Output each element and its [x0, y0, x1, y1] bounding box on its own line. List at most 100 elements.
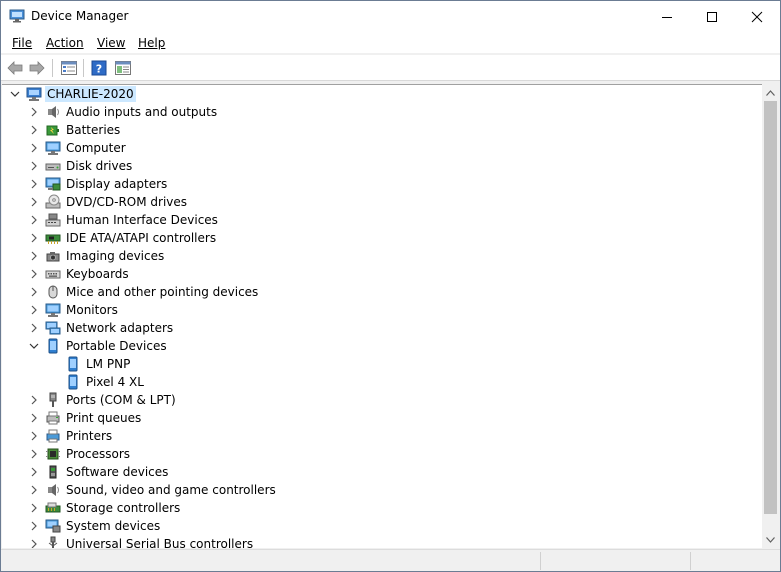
menu-file[interactable]: File: [11, 35, 33, 51]
vertical-scrollbar[interactable]: [762, 84, 779, 548]
tree-category-row[interactable]: Portable Devices: [2, 337, 762, 355]
tree-category-label: Display adapters: [66, 177, 168, 191]
minimize-button[interactable]: [644, 1, 689, 32]
tree-category-row[interactable]: Print queues: [2, 409, 762, 427]
chevron-right-icon[interactable]: [29, 431, 39, 441]
tree-category-label: Audio inputs and outputs: [66, 105, 218, 119]
tree-category-row[interactable]: Disk drives: [2, 157, 762, 175]
close-button[interactable]: [734, 1, 779, 32]
chevron-right-icon[interactable]: [29, 305, 39, 315]
tree-category-label: System devices: [66, 519, 161, 533]
scroll-down-button[interactable]: [762, 531, 779, 548]
maximize-button[interactable]: [689, 1, 734, 32]
chevron-right-icon[interactable]: [29, 269, 39, 279]
tree-category-label: Print queues: [66, 411, 142, 425]
tree-category-label: Human Interface Devices: [66, 213, 218, 227]
chevron-right-icon[interactable]: [29, 539, 39, 548]
monitor-icon: [45, 303, 61, 317]
tree-category-row[interactable]: Processors: [2, 445, 762, 463]
disk-drive-icon: [45, 163, 61, 171]
tree-category-row[interactable]: IDE ATA/ATAPI controllers: [2, 229, 762, 247]
chevron-right-icon[interactable]: [29, 161, 39, 171]
tree-category-label: Monitors: [66, 303, 118, 317]
chevron-right-icon[interactable]: [29, 413, 39, 423]
ide-controller-icon: [45, 234, 61, 244]
device-manager-app-icon: [9, 9, 25, 23]
tree-category-label: Ports (COM & LPT): [66, 393, 176, 407]
chevron-right-icon[interactable]: [29, 503, 39, 513]
view-button[interactable]: [114, 59, 132, 77]
chevron-down-icon[interactable]: [29, 341, 39, 351]
tree-device-label: LM PNP: [86, 357, 131, 371]
menu-view[interactable]: View: [96, 35, 126, 51]
tree-device-label: Pixel 4 XL: [86, 375, 144, 389]
status-bar: [1, 549, 780, 571]
chevron-right-icon[interactable]: [29, 251, 39, 261]
tree-category-label: Mice and other pointing devices: [66, 285, 259, 299]
title-bar[interactable]: Device Manager: [1, 1, 780, 32]
help-button[interactable]: ?: [90, 59, 108, 77]
tree-category-row[interactable]: Keyboards: [2, 265, 762, 283]
chevron-right-icon[interactable]: [29, 467, 39, 477]
menu-bar: File Action View Help: [1, 32, 780, 54]
chevron-right-icon[interactable]: [29, 233, 39, 243]
menu-action[interactable]: Action: [45, 35, 85, 51]
tree-device-row[interactable]: Pixel 4 XL: [2, 373, 762, 391]
dvd-drive-icon: [45, 194, 61, 209]
menu-file-label: File: [12, 36, 33, 50]
help-icon: ?: [91, 60, 107, 76]
port-icon: [49, 392, 57, 407]
chevron-right-icon[interactable]: [29, 287, 39, 297]
forward-button[interactable]: [28, 59, 46, 77]
chevron-right-icon[interactable]: [29, 197, 39, 207]
tree-category-row[interactable]: Ports (COM & LPT): [2, 391, 762, 409]
tree-category-row[interactable]: Monitors: [2, 301, 762, 319]
tree-category-row[interactable]: Human Interface Devices: [2, 211, 762, 229]
scroll-up-button[interactable]: [762, 84, 779, 101]
tree-category-row[interactable]: Imaging devices: [2, 247, 762, 265]
tree-category-row[interactable]: Display adapters: [2, 175, 762, 193]
tree-category-label: Sound, video and game controllers: [66, 483, 276, 497]
chevron-right-icon[interactable]: [29, 107, 39, 117]
tree-category-row[interactable]: Universal Serial Bus controllers: [2, 535, 762, 548]
tree-root-row[interactable]: CHARLIE-2020: [2, 85, 762, 103]
tree-category-label: Imaging devices: [66, 249, 165, 263]
tree-category-label: Computer: [66, 141, 126, 155]
scroll-thumb[interactable]: [764, 101, 777, 514]
properties-button[interactable]: [60, 59, 78, 77]
chevron-right-icon[interactable]: [29, 125, 39, 135]
tree-category-row[interactable]: System devices: [2, 517, 762, 535]
properties-icon: [61, 61, 77, 75]
tree-category-row[interactable]: Storage controllers: [2, 499, 762, 517]
tree-category-row[interactable]: DVD/CD-ROM drives: [2, 193, 762, 211]
chevron-right-icon[interactable]: [29, 143, 39, 153]
chevron-right-icon[interactable]: [29, 485, 39, 495]
chevron-right-icon[interactable]: [29, 323, 39, 333]
menu-help[interactable]: Help: [137, 35, 166, 51]
tree-category-row[interactable]: Audio inputs and outputs: [2, 103, 762, 121]
tree-category-row[interactable]: Network adapters: [2, 319, 762, 337]
device-tree[interactable]: CHARLIE-2020 Audio inputs and outputs Bat…: [2, 84, 762, 548]
back-button[interactable]: [6, 59, 24, 77]
tree-category-label: Keyboards: [66, 267, 129, 281]
tree-category-row[interactable]: Mice and other pointing devices: [2, 283, 762, 301]
processor-icon: [46, 448, 60, 460]
tree-category-row[interactable]: Printers: [2, 427, 762, 445]
chevron-right-icon[interactable]: [29, 521, 39, 531]
portable-device-icon: [48, 338, 58, 354]
menu-action-label: Action: [46, 36, 84, 50]
chevron-right-icon[interactable]: [29, 215, 39, 225]
back-arrow-icon: [7, 61, 23, 75]
tree-device-row[interactable]: LM PNP: [2, 355, 762, 373]
chevron-right-icon[interactable]: [29, 395, 39, 405]
tree-category-label: Portable Devices: [66, 339, 167, 353]
tree-category-row[interactable]: Computer: [2, 139, 762, 157]
chevron-right-icon[interactable]: [29, 179, 39, 189]
tree-category-row[interactable]: Sound, video and game controllers: [2, 481, 762, 499]
chevron-right-icon[interactable]: [29, 449, 39, 459]
tree-category-row[interactable]: Batteries: [2, 121, 762, 139]
software-device-icon: [49, 465, 57, 479]
chevron-down-icon[interactable]: [10, 89, 20, 99]
tree-category-label: IDE ATA/ATAPI controllers: [66, 231, 217, 245]
tree-category-row[interactable]: Software devices: [2, 463, 762, 481]
